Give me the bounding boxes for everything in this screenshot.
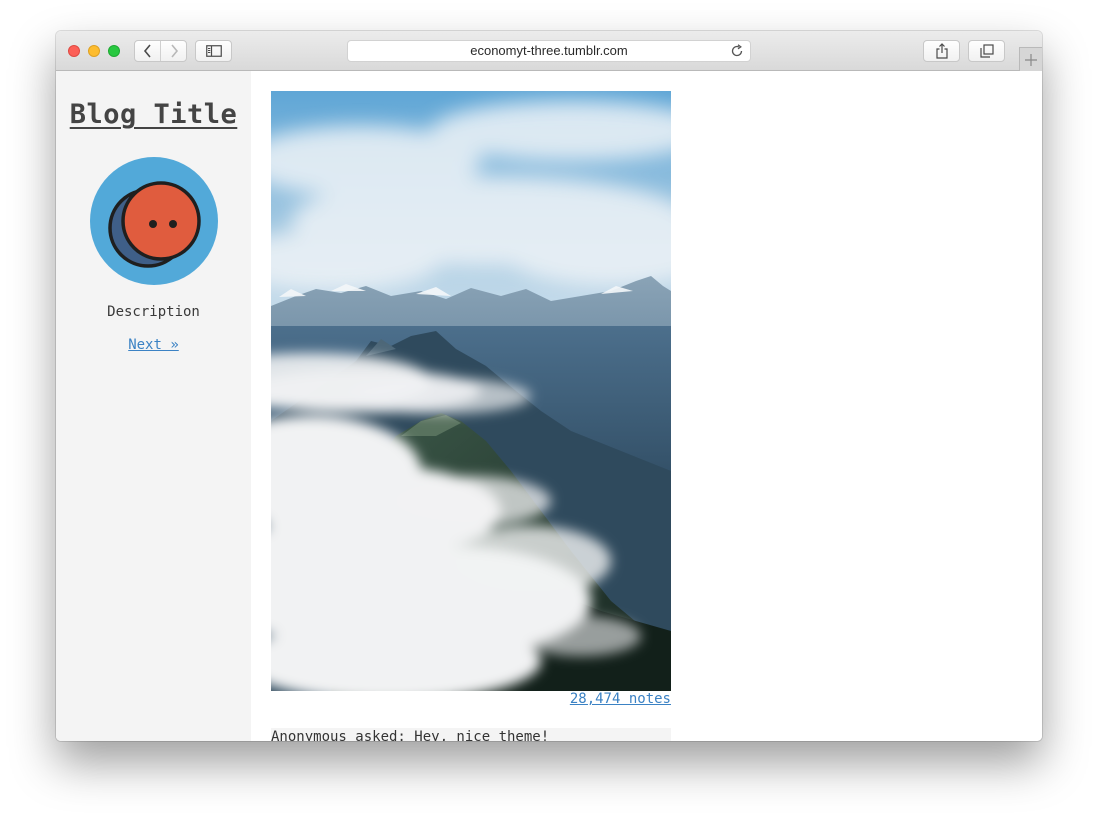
browser-window: economyt-three.tumblr.com Blog Title Des… — [56, 31, 1042, 741]
minimize-window-button[interactable] — [88, 45, 100, 57]
navigation-buttons — [134, 40, 187, 62]
sidebar-icon — [205, 45, 222, 57]
chevron-left-icon — [143, 44, 151, 58]
web-page: Blog Title Description Next » 28,474 not… — [56, 71, 1042, 741]
new-tab-button[interactable] — [1019, 47, 1042, 71]
avatar-right-eye — [169, 220, 177, 228]
next-page-link[interactable]: Next » — [56, 337, 251, 353]
avatar-face — [121, 181, 201, 261]
tabs-icon — [979, 44, 994, 58]
url-text: economyt-three.tumblr.com — [470, 43, 628, 58]
post-notes-link[interactable]: 28,474 notes — [271, 691, 671, 707]
plus-icon — [1025, 53, 1037, 66]
show-sidebar-button[interactable] — [195, 40, 232, 62]
share-button[interactable] — [923, 40, 960, 62]
chevron-right-icon — [170, 44, 178, 58]
show-tabs-button[interactable] — [968, 40, 1005, 62]
reload-icon[interactable] — [729, 43, 745, 59]
maximize-window-button[interactable] — [108, 45, 120, 57]
blog-sidebar: Blog Title Description Next » — [56, 71, 251, 741]
back-button[interactable] — [135, 41, 160, 61]
mountain-clouds-photo[interactable] — [271, 91, 671, 691]
avatar-left-eye — [149, 220, 157, 228]
close-window-button[interactable] — [68, 45, 80, 57]
ask-question-text: Anonymous asked: Hey, nice theme! — [271, 729, 550, 741]
ask-post: Anonymous asked: Hey, nice theme! — [271, 728, 671, 741]
address-bar[interactable]: economyt-three.tumblr.com — [347, 40, 751, 62]
smiley-avatar-icon[interactable] — [90, 157, 218, 285]
share-icon — [935, 43, 948, 59]
browser-toolbar: economyt-three.tumblr.com — [56, 31, 1042, 71]
blog-description: Description — [107, 304, 200, 320]
blog-title[interactable]: Blog Title — [56, 99, 251, 130]
forward-button[interactable] — [160, 41, 186, 61]
